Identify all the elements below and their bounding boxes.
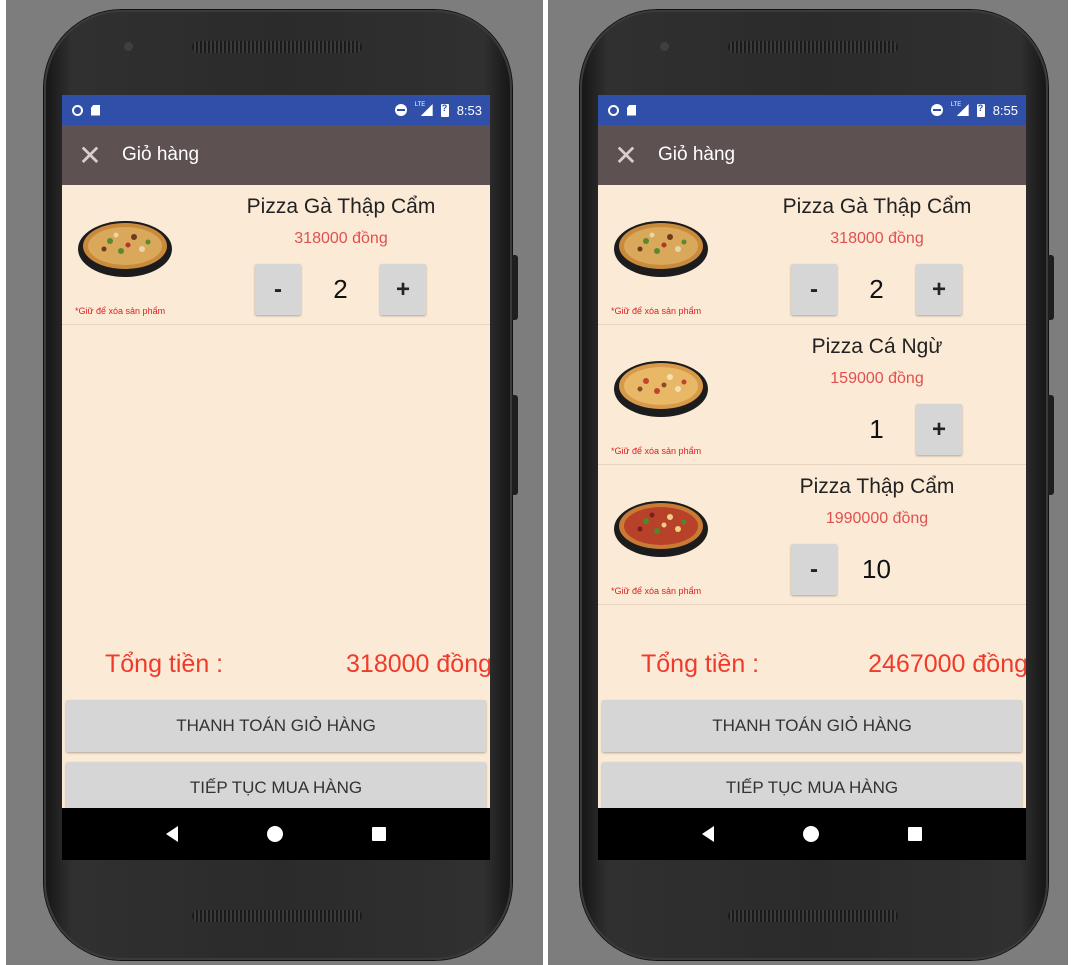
bottom-speaker — [728, 910, 898, 922]
cart-item[interactable]: *Giữ để xóa sản phẩm Pizza Cá Ngừ 159000… — [598, 325, 1026, 465]
total-value: 2467000 đồng — [868, 650, 1026, 678]
cart-item[interactable]: *Giữ để xóa sản phẩm Pizza Gà Thập Cẩm 3… — [598, 185, 1026, 325]
increase-quantity-button[interactable]: + — [916, 404, 962, 455]
quantity-stepper: - 2 + — [255, 264, 431, 316]
quantity-value: 2 — [333, 274, 348, 304]
top-speaker — [192, 41, 362, 53]
back-triangle-icon[interactable] — [702, 826, 715, 842]
battery-icon — [440, 103, 449, 117]
front-camera — [660, 42, 669, 51]
hold-to-delete-hint: *Giữ để xóa sản phẩm — [75, 306, 166, 316]
front-camera — [124, 42, 133, 51]
status-bar: 8:55 — [598, 95, 1026, 125]
cart-screen: 8:53 ✕ Giỏ hàng — [62, 95, 490, 860]
total-value: 318000 đồng — [346, 650, 490, 678]
status-clock: 8:53 — [456, 102, 482, 118]
quantity-stepper: 1 + — [791, 404, 967, 456]
left-screenshot: 8:53 ✕ Giỏ hàng — [6, 0, 543, 965]
toolbar: ✕ Giỏ hàng — [598, 125, 1026, 185]
hold-to-delete-hint: *Giữ để xóa sản phẩm — [611, 306, 702, 316]
decrease-quantity-button[interactable]: - — [791, 264, 837, 315]
notification-dot-icon — [608, 104, 619, 116]
phone-frame: 8:53 ✕ Giỏ hàng — [44, 10, 518, 960]
navigation-bar — [62, 808, 490, 860]
page-title: Giỏ hàng — [658, 144, 736, 165]
pizza-chicken-image — [614, 221, 708, 277]
cart-item[interactable]: *Giữ để xóa sản phẩm Pizza Thập Cẩm 1990… — [598, 465, 1026, 605]
decrease-quantity-button[interactable]: - — [791, 544, 837, 595]
notification-dot-icon — [72, 104, 83, 116]
status-bar: 8:53 — [62, 95, 490, 125]
volume-button — [512, 395, 518, 495]
decrease-quantity-button[interactable]: - — [255, 264, 301, 315]
item-price: 159000 đồng — [830, 370, 924, 387]
do-not-disturb-icon — [394, 104, 407, 116]
home-circle-icon[interactable] — [266, 826, 283, 842]
right-screenshot: 8:55 ✕ Giỏ hàng — [548, 0, 1068, 965]
cart-screen: 8:55 ✕ Giỏ hàng — [598, 95, 1026, 860]
quantity-value: 1 — [869, 414, 884, 444]
item-name: Pizza Cá Ngừ — [811, 335, 943, 358]
total-row: Tổng tiền : 318000 đồng — [62, 650, 490, 686]
pizza-mixed-image — [614, 501, 708, 557]
page-title: Giỏ hàng — [122, 144, 200, 165]
increase-quantity-button[interactable]: + — [380, 264, 426, 315]
sd-card-icon — [91, 104, 100, 116]
hold-to-delete-hint: *Giữ để xóa sản phẩm — [611, 446, 702, 456]
phone-frame: 8:55 ✕ Giỏ hàng — [580, 10, 1054, 960]
item-name: Pizza Gà Thập Cẩm — [782, 195, 972, 218]
power-button — [512, 255, 518, 320]
item-price: 318000 đồng — [830, 230, 924, 247]
home-circle-icon[interactable] — [802, 826, 819, 842]
recents-square-icon[interactable] — [907, 827, 922, 841]
do-not-disturb-icon — [930, 104, 943, 116]
total-row: Tổng tiền : 2467000 đồng — [598, 650, 1026, 686]
close-icon[interactable]: ✕ — [598, 125, 654, 185]
quantity-stepper: - 2 + — [791, 264, 967, 316]
item-price: 318000 đồng — [294, 230, 388, 247]
continue-shopping-button[interactable]: TIẾP TỤC MUA HÀNG — [602, 762, 1022, 814]
total-label: Tổng tiền : — [641, 650, 760, 678]
recents-square-icon[interactable] — [371, 827, 386, 841]
close-icon[interactable]: ✕ — [62, 125, 118, 185]
quantity-stepper: - 10 — [791, 544, 967, 596]
hold-to-delete-hint: *Giữ để xóa sản phẩm — [611, 586, 702, 596]
status-clock: 8:55 — [992, 102, 1018, 118]
quantity-value: 2 — [869, 274, 884, 304]
checkout-button[interactable]: THANH TOÁN GIỎ HÀNG — [66, 700, 486, 752]
sd-card-icon — [627, 104, 636, 116]
continue-shopping-button[interactable]: TIẾP TỤC MUA HÀNG — [66, 762, 486, 814]
increase-quantity-button[interactable]: + — [916, 264, 962, 315]
battery-icon — [976, 103, 985, 117]
checkout-button[interactable]: THANH TOÁN GIỎ HÀNG — [602, 700, 1022, 752]
cart-item[interactable]: *Giữ để xóa sản phẩm Pizza Gà Thập Cẩm 3… — [62, 185, 490, 325]
toolbar: ✕ Giỏ hàng — [62, 125, 490, 185]
pizza-tuna-image — [614, 361, 708, 417]
signal-icon — [951, 102, 969, 116]
item-name: Pizza Thập Cẩm — [799, 475, 955, 498]
top-speaker — [728, 41, 898, 53]
volume-button — [1048, 395, 1054, 495]
item-name: Pizza Gà Thập Cẩm — [246, 195, 436, 218]
item-price: 1990000 đồng — [825, 510, 929, 527]
signal-icon — [415, 102, 433, 116]
back-triangle-icon[interactable] — [166, 826, 179, 842]
bottom-speaker — [192, 910, 362, 922]
navigation-bar — [598, 808, 1026, 860]
power-button — [1048, 255, 1054, 320]
quantity-value: 10 — [862, 554, 891, 584]
pizza-chicken-image — [78, 221, 172, 277]
total-label: Tổng tiền : — [105, 650, 224, 678]
